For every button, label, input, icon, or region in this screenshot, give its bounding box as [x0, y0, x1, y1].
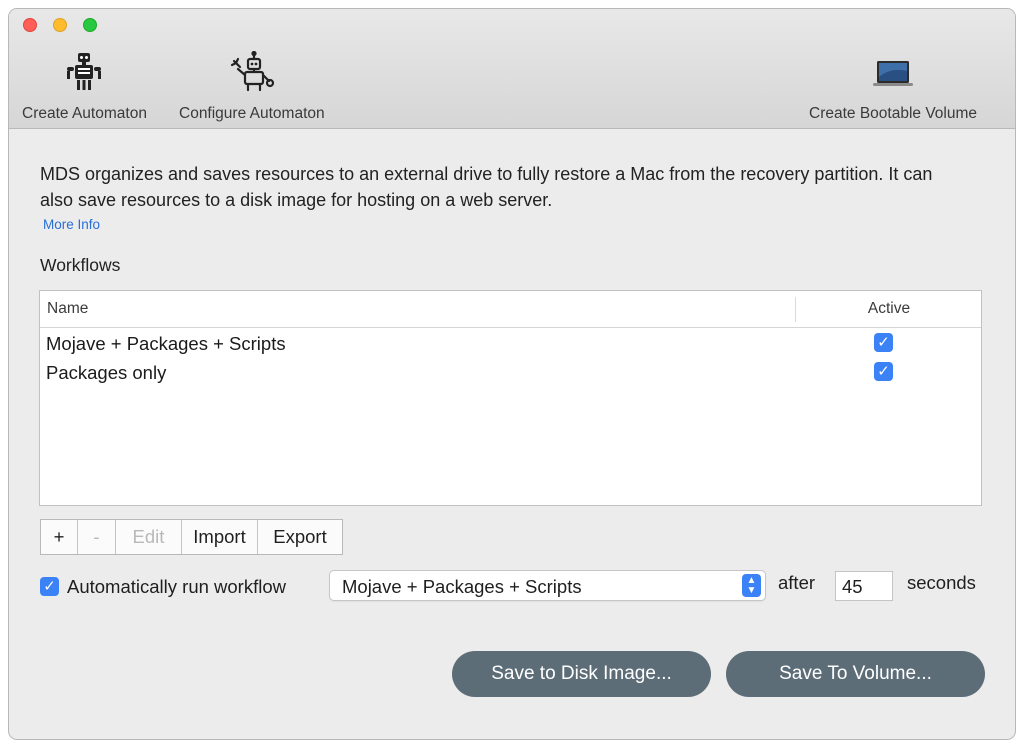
toolbar: Create Automaton Configure Automaton Cre… [9, 9, 1015, 129]
delay-seconds-input[interactable]: 45 [835, 571, 893, 601]
minimize-window-button[interactable] [53, 18, 67, 32]
save-to-volume-button[interactable]: Save To Volume... [726, 651, 985, 697]
export-workflow-button[interactable]: Export [258, 520, 342, 554]
workflow-select[interactable]: Mojave + Packages + Scripts ▲ ▼ [329, 570, 766, 601]
column-header-active[interactable]: Active [796, 300, 982, 318]
seconds-label: seconds [907, 572, 976, 593]
close-window-button[interactable] [23, 18, 37, 32]
workflow-select-value: Mojave + Packages + Scripts [342, 576, 582, 597]
robot-icon [67, 53, 102, 90]
edit-workflow-button[interactable]: Edit [116, 520, 182, 554]
zoom-window-button[interactable] [83, 18, 97, 32]
configure-automaton-label: Configure Automaton [179, 105, 325, 122]
column-header-name[interactable]: Name [47, 300, 88, 318]
auto-run-checkbox[interactable]: ✓ [40, 577, 59, 596]
more-info-link[interactable]: More Info [43, 217, 100, 232]
workflows-table: Name Active Mojave + Packages + Scripts … [39, 290, 982, 506]
add-workflow-button[interactable]: + [41, 520, 78, 554]
chevron-up-down-icon: ▲ ▼ [742, 574, 761, 597]
active-checkbox[interactable]: ✓ [874, 333, 893, 352]
workflow-name: Mojave + Packages + Scripts [46, 333, 286, 354]
import-workflow-button[interactable]: Import [182, 520, 258, 554]
table-row[interactable]: Mojave + Packages + Scripts ✓ [40, 330, 981, 359]
robot-wrench-icon [230, 51, 274, 92]
create-bootable-volume-button[interactable]: Create Bootable Volume [809, 51, 977, 123]
workflow-name: Packages only [46, 362, 167, 383]
table-row[interactable]: Packages only ✓ [40, 359, 981, 388]
workflow-actions-bar: + - Edit Import Export [40, 519, 343, 555]
configure-automaton-button[interactable]: Configure Automaton [179, 51, 325, 123]
active-checkbox[interactable]: ✓ [874, 362, 893, 381]
create-automaton-label: Create Automaton [22, 105, 147, 122]
main-window: Create Automaton Configure Automaton Cre… [8, 8, 1016, 740]
description-text: MDS organizes and saves resources to an … [40, 164, 933, 210]
laptop-icon [873, 61, 914, 86]
table-header: Name Active [40, 291, 981, 328]
auto-run-label[interactable]: Automatically run workflow [67, 576, 286, 598]
create-automaton-button[interactable]: Create Automaton [22, 51, 147, 123]
workflows-heading: Workflows [40, 255, 121, 275]
remove-workflow-button[interactable]: - [78, 520, 116, 554]
after-label: after [778, 572, 816, 593]
save-to-disk-image-button[interactable]: Save to Disk Image... [452, 651, 711, 697]
create-bootable-volume-label: Create Bootable Volume [809, 105, 978, 122]
